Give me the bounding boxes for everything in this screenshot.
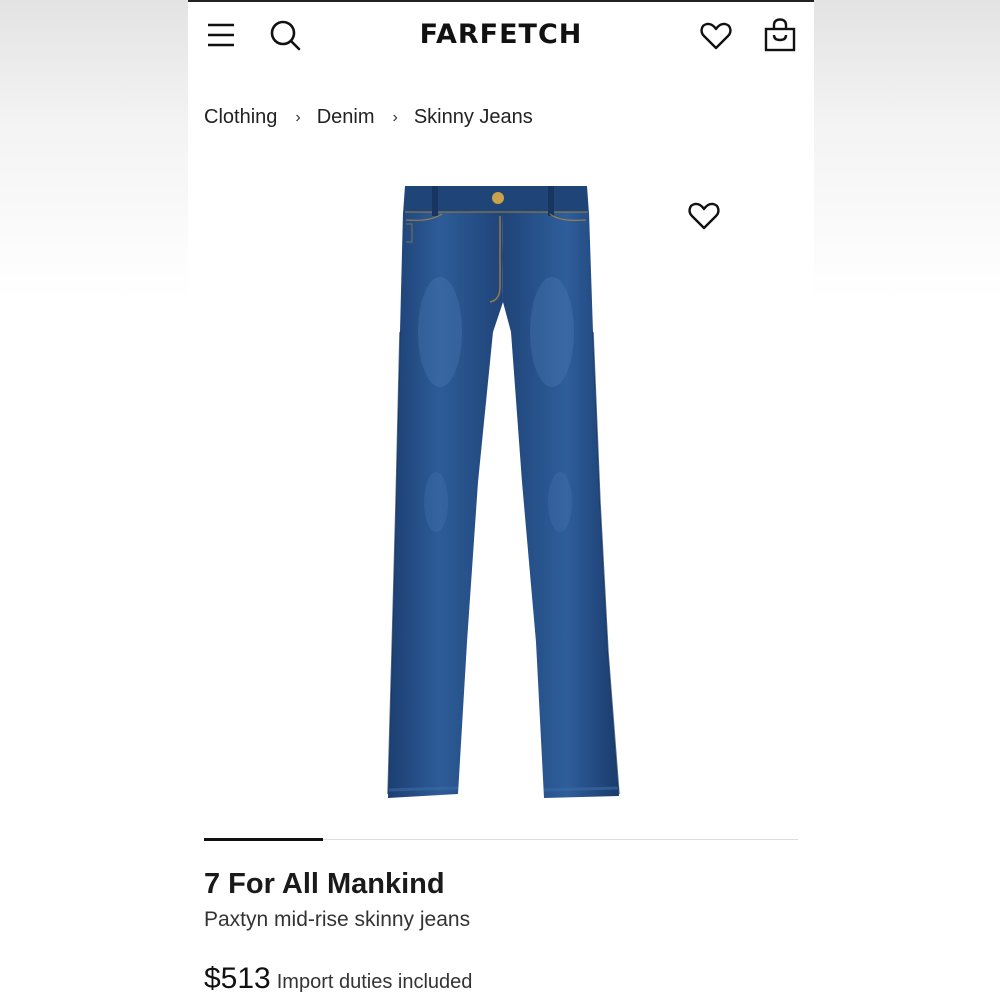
product-page: FARFETCH Clothing › Denim › Skinny Jeans	[188, 0, 814, 1000]
carousel-progress-indicator	[204, 838, 323, 841]
shopping-bag-button[interactable]	[762, 16, 798, 54]
heart-icon	[688, 202, 720, 230]
product-image-carousel[interactable]	[188, 152, 814, 832]
screenshot-background: FARFETCH Clothing › Denim › Skinny Jeans	[0, 0, 1000, 1000]
breadcrumb-item-denim[interactable]: Denim	[317, 106, 375, 129]
product-name: Paxtyn mid-rise skinny jeans	[204, 908, 471, 931]
image-carousel-progress	[204, 838, 798, 842]
breadcrumb-item-skinny-jeans[interactable]: Skinny Jeans	[414, 106, 533, 129]
breadcrumb-item-clothing[interactable]: Clothing	[204, 106, 277, 129]
wishlist-button[interactable]	[698, 18, 734, 54]
import-duties-note: Import duties included	[276, 971, 473, 993]
product-brand[interactable]: 7 For All Mankind	[204, 868, 445, 901]
menu-button[interactable]	[204, 18, 238, 52]
heart-icon	[700, 22, 732, 50]
chevron-right-icon: ›	[392, 108, 398, 126]
price-row: $513 Import duties included	[204, 962, 472, 996]
breadcrumb: Clothing › Denim › Skinny Jeans	[204, 106, 533, 129]
farfetch-logo[interactable]: FARFETCH	[338, 19, 664, 50]
product-image-jeans	[387, 186, 620, 798]
menu-icon	[208, 23, 234, 47]
shopping-bag-icon	[764, 18, 796, 52]
chevron-right-icon: ›	[295, 108, 301, 126]
top-header: FARFETCH	[188, 2, 814, 70]
product-price: $513	[204, 962, 271, 995]
add-to-wishlist-button[interactable]	[686, 200, 722, 232]
search-icon	[270, 20, 301, 51]
search-button[interactable]	[268, 18, 302, 52]
